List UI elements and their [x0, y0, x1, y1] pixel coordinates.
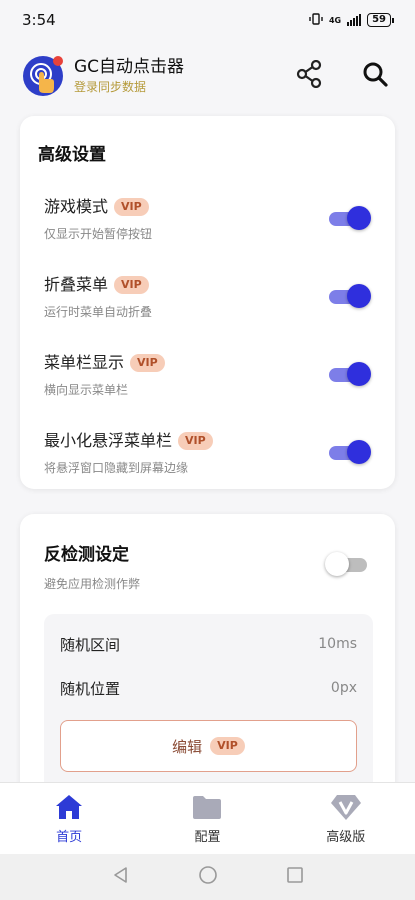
- minimize-floating-menu-toggle[interactable]: [327, 440, 371, 464]
- setting-desc: 运行时菜单自动折叠: [44, 304, 153, 319]
- vip-badge: VIP: [130, 353, 165, 372]
- setting-label: 菜单栏显示: [44, 352, 125, 372]
- back-icon[interactable]: [112, 866, 130, 888]
- setting-menu-bar-display[interactable]: 菜单栏显示 VIP 横向显示菜单栏: [38, 335, 375, 413]
- signal-icon: [347, 14, 362, 26]
- random-interval-value: 10ms: [318, 636, 357, 652]
- anti-detect-card: 反检测设定 避免应用检测作弊 随机区间 10ms 随机位置 0px 编辑 VIP: [20, 514, 395, 814]
- anti-detect-title: 反检测设定: [44, 545, 129, 565]
- setting-fold-menu[interactable]: 折叠菜单 VIP 运行时菜单自动折叠: [38, 257, 375, 335]
- advanced-settings-title: 高级设置: [38, 145, 106, 165]
- vip-badge: VIP: [114, 275, 149, 294]
- folder-icon: [191, 792, 223, 822]
- advanced-settings-card: 高级设置 游戏模式 VIP 仅显示开始暂停按钮 折叠菜单 VIP 运行时菜单自动折叠…: [20, 116, 395, 489]
- home-circle-icon[interactable]: [198, 865, 218, 889]
- anti-detect-toggle[interactable]: [325, 552, 369, 576]
- battery-icon: 59: [367, 13, 394, 27]
- status-bar: 3:54 4G 59: [0, 0, 415, 40]
- bottom-nav: 首页 配置 高级版: [0, 782, 415, 854]
- setting-label: 游戏模式: [44, 196, 109, 216]
- status-icons: 4G 59: [309, 12, 394, 28]
- setting-label: 折叠菜单: [44, 274, 109, 294]
- nav-premium[interactable]: 高级版: [296, 792, 396, 845]
- nav-config-label: 配置: [194, 830, 221, 845]
- nav-config[interactable]: 配置: [157, 792, 257, 845]
- search-icon: [362, 61, 388, 91]
- edit-button[interactable]: 编辑 VIP: [60, 720, 357, 772]
- edit-label: 编辑: [172, 737, 203, 756]
- game-mode-toggle[interactable]: [327, 206, 371, 230]
- setting-desc: 将悬浮窗口隐藏到屏幕边缘: [44, 460, 189, 475]
- setting-desc: 横向显示菜单栏: [44, 382, 129, 397]
- search-button[interactable]: [353, 54, 397, 98]
- status-time: 3:54: [22, 11, 56, 29]
- menu-bar-display-toggle[interactable]: [327, 362, 371, 386]
- vip-badge: VIP: [178, 431, 213, 450]
- setting-game-mode[interactable]: 游戏模式 VIP 仅显示开始暂停按钮: [38, 179, 375, 257]
- system-nav-bar: [0, 854, 415, 900]
- setting-minimize-floating-menu[interactable]: 最小化悬浮菜单栏 VIP 将悬浮窗口隐藏到屏幕边缘: [38, 413, 375, 491]
- share-icon: [296, 59, 322, 92]
- nav-premium-label: 高级版: [326, 830, 366, 845]
- nav-home[interactable]: 首页: [19, 792, 119, 845]
- setting-label: 最小化悬浮菜单栏: [44, 430, 173, 450]
- share-button[interactable]: [287, 54, 331, 98]
- home-icon: [53, 792, 85, 822]
- vip-diamond-icon: [330, 792, 362, 822]
- app-title: GC自动点击器: [74, 57, 185, 77]
- random-interval-label: 随机区间: [60, 635, 121, 654]
- random-position-label: 随机位置: [60, 679, 121, 698]
- nav-home-label: 首页: [56, 830, 83, 845]
- random-position-value: 0px: [330, 680, 357, 696]
- random-interval-row: 随机区间 10ms: [60, 622, 357, 666]
- fold-menu-toggle[interactable]: [327, 284, 371, 308]
- anti-detect-desc: 避免应用检测作弊: [44, 577, 141, 591]
- random-position-row: 随机位置 0px: [60, 666, 357, 710]
- app-bar: GC自动点击器 登录同步数据: [0, 48, 415, 104]
- setting-desc: 仅显示开始暂停按钮: [44, 226, 153, 241]
- recents-icon[interactable]: [286, 866, 304, 888]
- app-logo: [22, 55, 64, 97]
- vip-badge: VIP: [210, 737, 245, 755]
- vip-badge: VIP: [114, 197, 149, 216]
- vibrate-icon: [309, 12, 323, 28]
- login-sync-link[interactable]: 登录同步数据: [74, 78, 265, 96]
- network-type: 4G: [328, 15, 342, 25]
